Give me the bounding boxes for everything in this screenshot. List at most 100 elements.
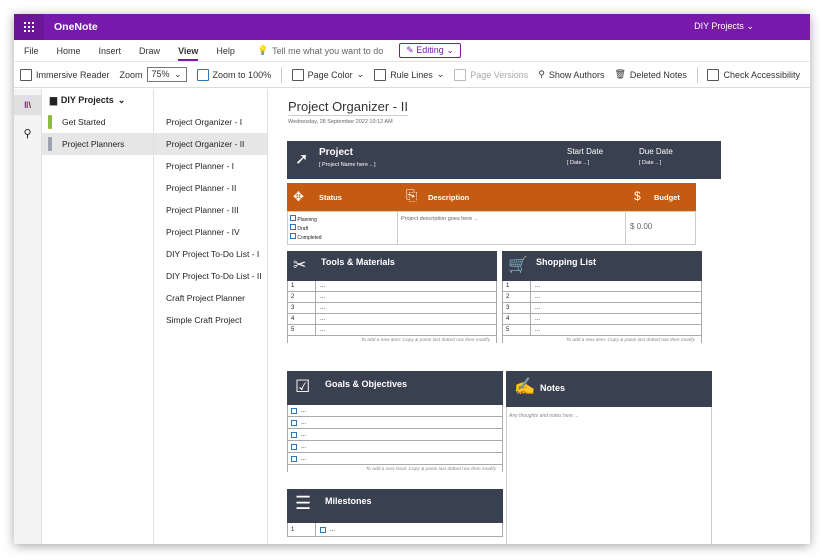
- page-canvas[interactable]: Project Organizer - II Wednesday, 28 Sep…: [268, 89, 810, 544]
- list-item[interactable]: ...: [288, 441, 502, 453]
- zoom-select[interactable]: 75% ⌄: [146, 67, 187, 82]
- section-color-tab: [48, 115, 52, 129]
- page-versions-icon: [454, 68, 467, 81]
- budget-body[interactable]: $ 0.00: [626, 211, 696, 245]
- row-value: ...: [535, 294, 541, 300]
- row-number: 1: [288, 523, 316, 536]
- shopping-header: 🛒 Shopping List: [502, 251, 702, 281]
- goals-label: Goals & Objectives: [325, 379, 408, 389]
- shopping-cart-icon: 🛒: [508, 257, 528, 274]
- page-item[interactable]: Project Planner - III: [154, 199, 267, 221]
- immersive-reader-button[interactable]: Immersive Reader: [20, 68, 110, 81]
- page-item[interactable]: Craft Project Planner: [154, 287, 267, 309]
- deleted-notes-button[interactable]: 🗑 Deleted Notes: [614, 69, 686, 80]
- tab-insert[interactable]: Insert: [99, 46, 122, 56]
- zoom-100-button[interactable]: Zoom to 100%: [196, 68, 271, 81]
- tools-header: ✂ Tools & Materials: [287, 251, 497, 281]
- list-item[interactable]: 1...: [288, 523, 502, 537]
- table-row[interactable]: 5...: [288, 325, 496, 336]
- status-body: Planning Draft Completed: [287, 211, 398, 245]
- page-color-button[interactable]: Page Color ⌄: [291, 68, 364, 81]
- chevron-down-icon: ⌄: [436, 69, 445, 79]
- row-number: 5: [288, 325, 316, 335]
- immersive-reader-icon: [20, 68, 32, 81]
- tab-help[interactable]: Help: [216, 46, 235, 56]
- page-item[interactable]: Simple Craft Project: [154, 309, 267, 331]
- page-item[interactable]: DIY Project To-Do List - II: [154, 265, 267, 287]
- page-item-selected[interactable]: Project Organizer - II: [154, 133, 267, 155]
- rule-lines-button[interactable]: Rule Lines ⌄: [374, 68, 445, 81]
- tab-file[interactable]: File: [24, 46, 39, 56]
- lightbulb-icon: 💡: [256, 45, 269, 55]
- status-option[interactable]: Draft: [290, 224, 322, 233]
- table-row[interactable]: 4...: [503, 314, 701, 325]
- chevron-down-icon: ⌄: [746, 21, 754, 31]
- show-authors-button[interactable]: ⚲ Show Authors: [538, 69, 604, 80]
- row-value: ...: [320, 316, 326, 322]
- row-number: 1: [288, 281, 316, 291]
- description-label: Description: [428, 193, 470, 202]
- description-body[interactable]: Project description goes here ...: [398, 211, 626, 245]
- page-title[interactable]: Project Organizer - II: [288, 99, 408, 116]
- list-item[interactable]: ...: [288, 405, 502, 417]
- row-value: ...: [320, 327, 326, 333]
- table-row[interactable]: 1...: [503, 281, 701, 292]
- row-value: ...: [535, 305, 541, 311]
- search-button[interactable]: ⚲: [23, 127, 31, 140]
- deleted-notes-label: Deleted Notes: [629, 69, 687, 80]
- row-number: 4: [288, 314, 316, 324]
- section-label: Project Planners: [62, 139, 125, 149]
- start-date-label: Start Date: [567, 147, 604, 156]
- table-row[interactable]: 1...: [288, 281, 496, 292]
- project-header: ➚ Project [ Project Name here .. ] Start…: [287, 141, 721, 179]
- ribbon-tabs: File Home Insert Draw View Help 💡 Tell m…: [14, 40, 810, 62]
- status-option[interactable]: Planning: [290, 215, 322, 224]
- project-name-field[interactable]: [ Project Name here .. ]: [319, 162, 376, 168]
- shopping-table: 1... 2... 3... 4... 5... To add a new it…: [502, 281, 702, 343]
- page-item[interactable]: Project Organizer - I: [154, 111, 267, 133]
- notebook-switch[interactable]: DIY Projects ⌄: [694, 21, 754, 32]
- list-item[interactable]: ...: [288, 453, 502, 465]
- table-row[interactable]: 4...: [288, 314, 496, 325]
- tell-me-search[interactable]: 💡 Tell me what you want to do: [257, 45, 383, 56]
- table-row[interactable]: 2...: [503, 292, 701, 303]
- status-option-label: Planning: [297, 217, 317, 223]
- page-versions-button[interactable]: Page Versions: [454, 68, 528, 81]
- page-item[interactable]: Project Planner - I: [154, 155, 267, 177]
- tools-tip: To add a new item: Copy & paste last dot…: [360, 338, 490, 343]
- due-date-field[interactable]: [ Date .. ]: [639, 160, 661, 166]
- notebooks-button[interactable]: ‖\: [14, 95, 42, 115]
- title-bar: OneNote DIY Projects ⌄: [14, 14, 810, 40]
- table-row[interactable]: 2...: [288, 292, 496, 303]
- section-get-started[interactable]: Get Started: [42, 111, 153, 133]
- shopping-label: Shopping List: [536, 257, 596, 267]
- status-option[interactable]: Completed: [290, 233, 322, 242]
- table-row[interactable]: 3...: [288, 303, 496, 314]
- section-project-planners[interactable]: Project Planners: [42, 133, 153, 155]
- page-item[interactable]: Project Planner - IV: [154, 221, 267, 243]
- check-accessibility-button[interactable]: Check Accessibility: [707, 68, 800, 81]
- main-area: ‖\ ⚲ ▆ DIY Projects ⌄ Get Started Project …: [14, 89, 810, 544]
- start-date-field[interactable]: [ Date .. ]: [567, 160, 589, 166]
- list-item[interactable]: ...: [288, 429, 502, 441]
- editing-mode-button[interactable]: ✎ Editing ⌄: [399, 43, 461, 58]
- nav-rail: ‖\ ⚲: [14, 89, 42, 544]
- section-color-tab: [48, 137, 52, 151]
- notes-body[interactable]: Any thoughts and notes here ...: [506, 407, 712, 544]
- table-row[interactable]: 3...: [503, 303, 701, 314]
- row-number: 3: [503, 303, 531, 313]
- checkbox-check-icon: ☑: [295, 377, 311, 396]
- page-item[interactable]: Project Planner - II: [154, 177, 267, 199]
- tab-draw[interactable]: Draw: [139, 46, 160, 56]
- list-item[interactable]: ...: [288, 417, 502, 429]
- description-placeholder: Project description goes here ...: [401, 216, 479, 222]
- table-row[interactable]: 5...: [503, 325, 701, 336]
- page-item[interactable]: DIY Project To-Do List - I: [154, 243, 267, 265]
- notebook-header[interactable]: ▆ DIY Projects ⌄: [42, 89, 153, 111]
- zoom-value: 75%: [151, 69, 170, 79]
- tab-home[interactable]: Home: [57, 46, 81, 56]
- row-number: 5: [503, 325, 531, 335]
- tab-view[interactable]: View: [178, 46, 199, 61]
- app-launcher-button[interactable]: [14, 14, 44, 40]
- checkbox-icon: [290, 224, 296, 230]
